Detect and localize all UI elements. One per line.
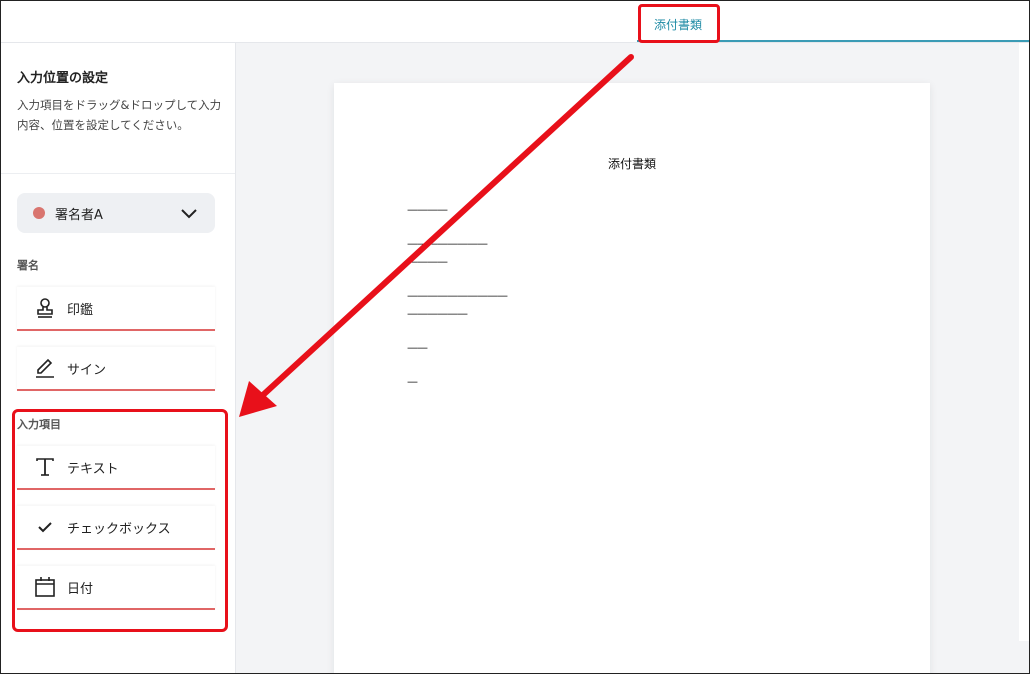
app-window: 添付書類 入力位置の設定 入力項目をドラッグ&ドロップして入力内容、位置を設定し… — [0, 0, 1030, 674]
signature-field[interactable]: サイン — [17, 347, 215, 391]
document-line: ———— — [407, 203, 448, 216]
document-line: —————— — [407, 307, 468, 320]
signer-color-dot — [33, 207, 45, 219]
signature-label: サイン — [67, 362, 107, 378]
document-page[interactable]: 添付書類 ———— ———————— ———— —————————— —————… — [334, 83, 930, 673]
stamp-field[interactable]: 印鑑 — [17, 287, 215, 331]
sidebar-description: 入力項目をドラッグ&ドロップして入力内容、位置を設定してください。 — [17, 98, 222, 132]
document-title: 添付書類 — [607, 157, 656, 171]
input-items-highlight-box — [12, 409, 228, 632]
signer-label: 署名者A — [55, 207, 103, 223]
signature-section-label: 署名 — [17, 259, 39, 272]
chevron-down-icon — [181, 209, 197, 219]
document-line: —— — [407, 341, 428, 354]
stamp-label: 印鑑 — [67, 302, 94, 318]
document-line: —————————— — [407, 289, 508, 302]
signer-select[interactable]: 署名者A — [17, 193, 215, 233]
top-bar: 添付書類 — [1, 1, 1029, 43]
tab-highlight-box — [638, 4, 720, 43]
sidebar-title: 入力位置の設定 — [17, 71, 109, 86]
document-line: ———————— — [407, 237, 488, 250]
pen-icon — [33, 356, 57, 380]
sidebar-divider — [1, 173, 235, 174]
scrollbar-track[interactable] — [1019, 43, 1029, 641]
document-line: ———— — [407, 255, 448, 268]
stamp-icon — [33, 296, 57, 320]
document-line: — — [407, 375, 418, 388]
